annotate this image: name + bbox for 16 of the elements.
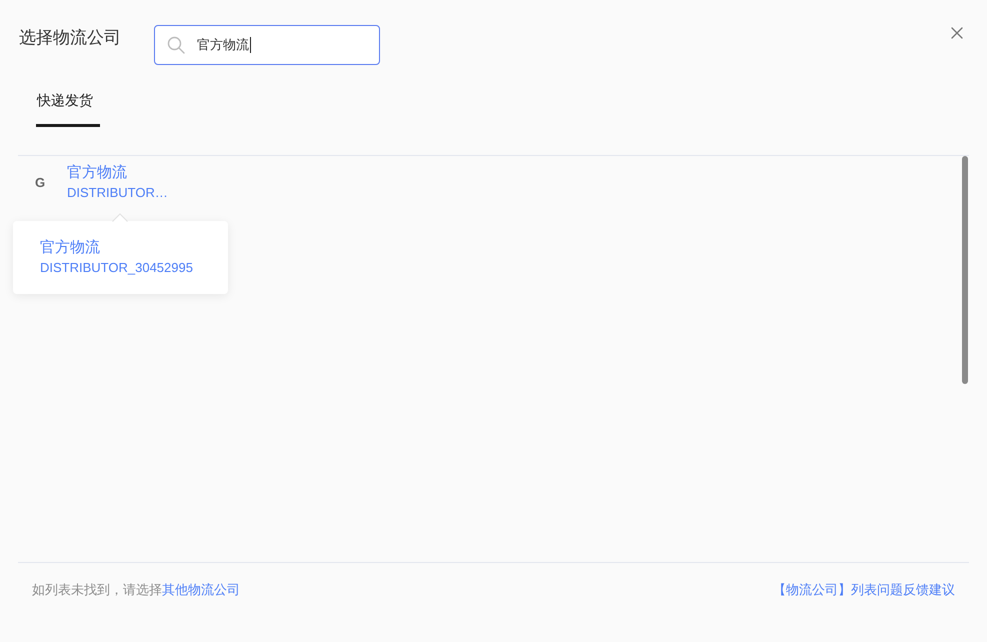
company-code: DISTRIBUTOR… [67, 184, 168, 202]
tooltip-company-code: DISTRIBUTOR_30452995 [40, 259, 194, 277]
feedback-link[interactable]: 【物流公司】列表问题反馈建议 [773, 581, 955, 599]
other-company-link[interactable]: 其他物流公司 [162, 582, 240, 597]
scrollbar[interactable] [962, 156, 968, 384]
tab[interactable]: 快递发货 [36, 90, 100, 127]
company-name[interactable]: 官方物流 [67, 163, 168, 183]
search-field[interactable]: 官方物流 [154, 25, 380, 65]
tooltip-company-name: 官方物流 [40, 238, 101, 258]
close-button[interactable] [951, 27, 963, 39]
close-icon [951, 27, 963, 39]
group-letter: G [35, 174, 46, 192]
dialog-title: 选择物流公司 [19, 27, 122, 49]
footer-hint: 如列表未找到，请选择其他物流公司 [32, 581, 240, 599]
search-icon [167, 36, 185, 54]
text-cursor-icon [250, 37, 251, 53]
